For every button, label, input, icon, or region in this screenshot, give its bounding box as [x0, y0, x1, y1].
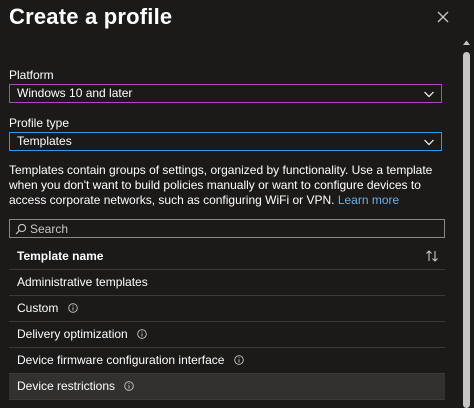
- info-icon[interactable]: [124, 381, 135, 391]
- chevron-down-icon: [424, 139, 434, 146]
- table-row-administrative-templates[interactable]: Administrative templates: [9, 270, 445, 296]
- row-label: Custom: [17, 301, 59, 315]
- table-row-custom[interactable]: Custom: [9, 296, 445, 322]
- vertical-scrollbar[interactable]: [459, 38, 474, 408]
- info-icon[interactable]: [67, 303, 78, 313]
- create-profile-panel: Create a profile Platform Windows 10 and…: [0, 0, 474, 408]
- search-icon: [15, 223, 27, 235]
- row-label: Administrative templates: [17, 275, 148, 289]
- column-header-label: Template name: [17, 249, 104, 263]
- template-table: Template name Administrative templates C…: [9, 243, 445, 400]
- row-label: Device restrictions: [17, 379, 116, 393]
- panel-title: Create a profile: [9, 4, 173, 29]
- scroll-up-arrow-icon[interactable]: [462, 38, 471, 47]
- search-box[interactable]: [9, 219, 445, 238]
- info-icon[interactable]: [234, 355, 244, 365]
- template-name-header[interactable]: Template name: [9, 243, 445, 270]
- platform-label: Platform: [9, 68, 54, 82]
- profile-type-select[interactable]: Templates: [9, 132, 442, 151]
- info-icon[interactable]: [137, 329, 147, 339]
- platform-value: Windows 10 and later: [17, 86, 133, 100]
- scrollbar-thumb[interactable]: [463, 52, 470, 408]
- close-button[interactable]: [432, 6, 454, 28]
- row-label: Device firmware configuration interface: [17, 353, 225, 367]
- table-row-device-restrictions[interactable]: Device restrictions: [9, 374, 445, 400]
- search-input[interactable]: [30, 220, 430, 237]
- learn-more-link[interactable]: Learn more: [338, 193, 399, 207]
- table-row-delivery-optimization[interactable]: Delivery optimization: [9, 322, 445, 348]
- chevron-down-icon: [424, 91, 434, 98]
- close-icon: [437, 11, 449, 23]
- sort-icon[interactable]: [425, 249, 439, 263]
- platform-select[interactable]: Windows 10 and later: [9, 84, 442, 103]
- templates-description: Templates contain groups of settings, or…: [9, 163, 449, 208]
- profile-type-label: Profile type: [9, 116, 70, 130]
- table-row-device-firmware[interactable]: Device firmware configuration interface: [9, 348, 445, 374]
- profile-type-value: Templates: [17, 134, 72, 148]
- row-label: Delivery optimization: [17, 327, 128, 341]
